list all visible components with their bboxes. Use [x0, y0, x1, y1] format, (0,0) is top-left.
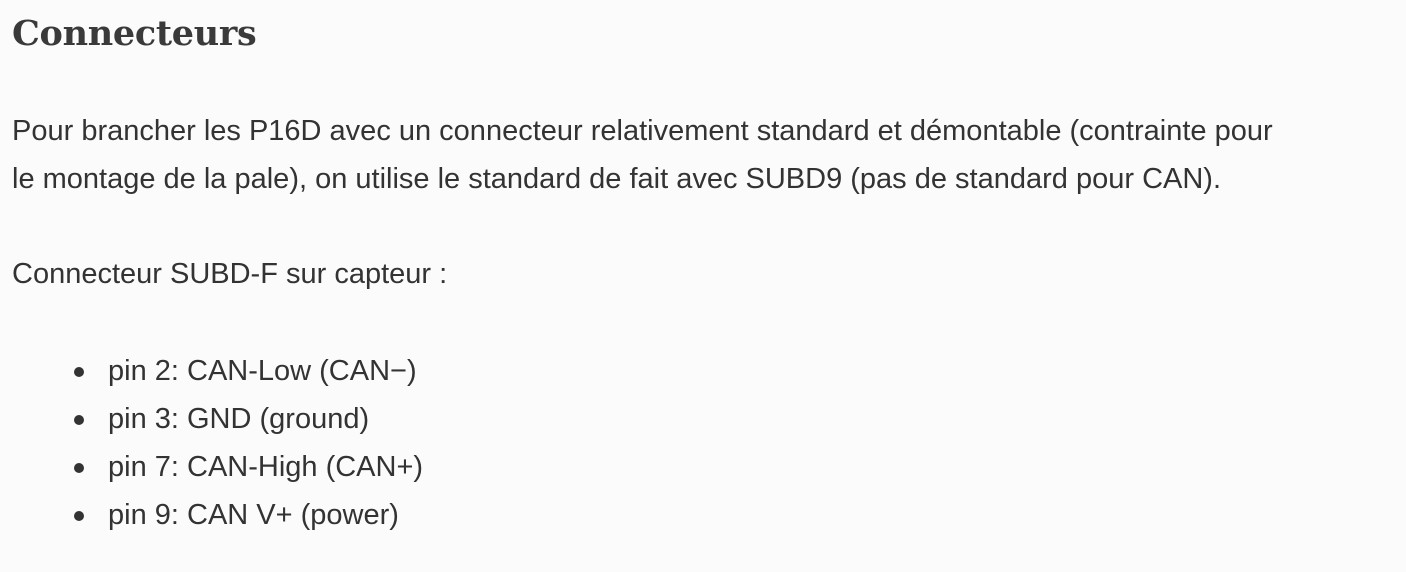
bullet-icon: [74, 511, 84, 521]
intro-paragraph-line-2: le montage de la pale), on utilise le st…: [12, 163, 1222, 195]
section-heading: Connecteurs: [12, 13, 257, 54]
list-item: pin 7: CAN-High (CAN+): [12, 443, 423, 491]
pin-label: pin 2: CAN-Low (CAN−): [108, 355, 417, 387]
bullet-icon: [74, 463, 84, 473]
connector-caption: Connecteur SUBD-F sur capteur :: [12, 258, 448, 290]
pin-label: pin 9: CAN V+ (power): [108, 499, 399, 531]
list-item: pin 9: CAN V+ (power): [12, 491, 423, 539]
pin-label: pin 7: CAN-High (CAN+): [108, 451, 424, 483]
list-item: pin 2: CAN-Low (CAN−): [12, 347, 423, 395]
list-item: pin 3: GND (ground): [12, 395, 423, 443]
pin-label: pin 3: GND (ground): [108, 403, 370, 435]
document-page: Connecteurs Pour brancher les P16D avec …: [0, 0, 1406, 572]
bullet-icon: [74, 367, 84, 377]
bullet-icon: [74, 415, 84, 425]
pin-list: pin 2: CAN-Low (CAN−) pin 3: GND (ground…: [12, 347, 423, 539]
intro-paragraph-line-1: Pour brancher les P16D avec un connecteu…: [12, 115, 1273, 147]
